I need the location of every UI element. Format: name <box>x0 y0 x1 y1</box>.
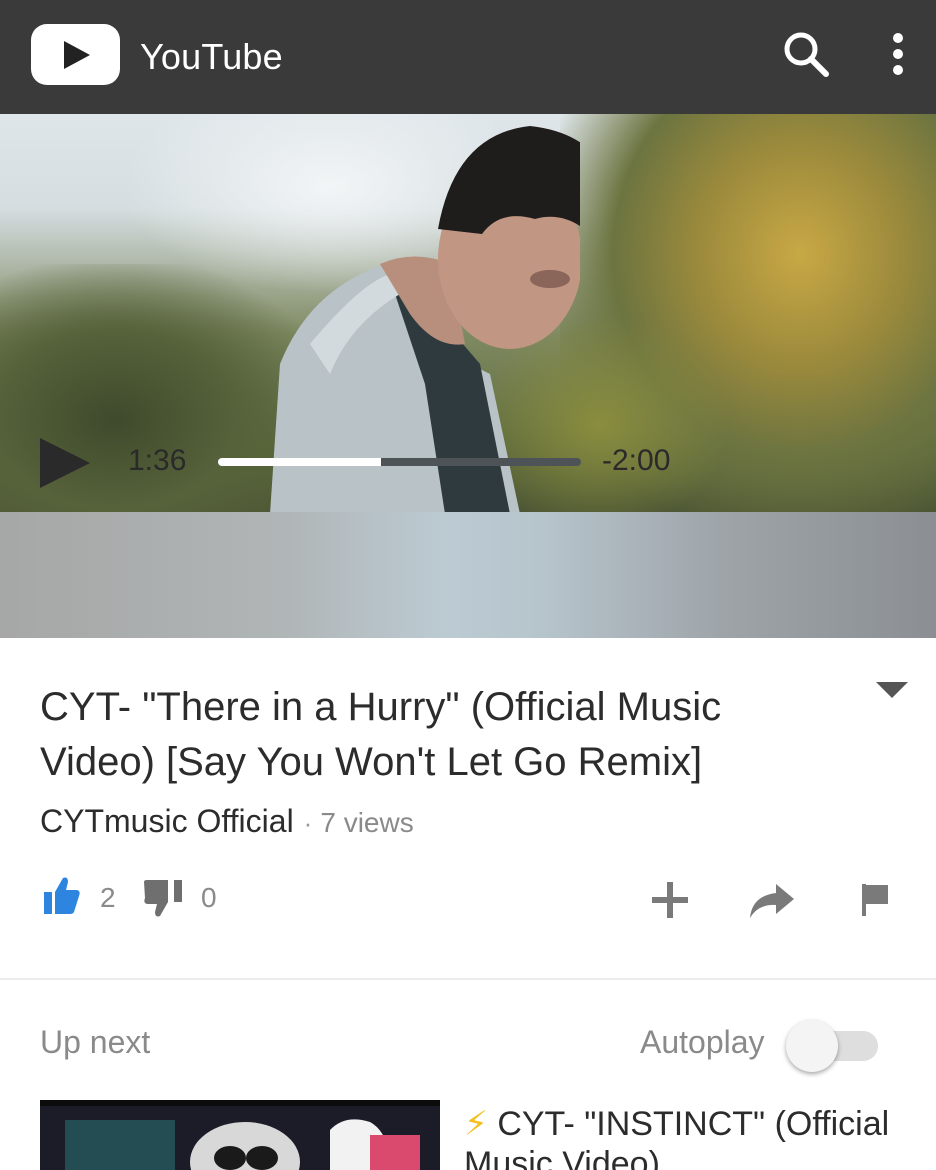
up-next-item[interactable]: ⚡ CYT- "INSTINCT" (Official Music Video) <box>40 1100 920 1170</box>
thumbnail-bar <box>40 1100 440 1106</box>
app-title: YouTube <box>140 36 283 77</box>
up-next-label: Up next <box>40 1024 151 1060</box>
dislike-count: 0 <box>201 882 217 913</box>
elapsed-time: 1:36 <box>128 444 187 477</box>
channel-line: CYTmusic Official · 7 views <box>40 803 414 843</box>
youtube-logo[interactable] <box>31 24 120 85</box>
thumb-up-icon[interactable] <box>44 876 80 916</box>
seek-bar[interactable] <box>218 458 581 466</box>
autoplay-toggle[interactable] <box>786 1020 882 1072</box>
view-count: 7 views <box>320 807 414 838</box>
section-divider <box>0 978 936 980</box>
thumb-down-icon[interactable] <box>144 878 186 918</box>
share-icon[interactable] <box>748 882 796 920</box>
autoplay-label: Autoplay <box>640 1024 765 1060</box>
app-bar: YouTube <box>0 0 936 114</box>
remaining-time: -2:00 <box>602 444 671 477</box>
up-next-title[interactable]: ⚡ CYT- "INSTINCT" (Official Music Video) <box>464 1104 904 1170</box>
lightning-icon: ⚡ <box>464 1105 488 1143</box>
action-bar: 2 0 <box>0 870 936 930</box>
video-player[interactable] <box>0 114 936 638</box>
player-controls <box>0 512 936 638</box>
up-next-thumbnail[interactable] <box>40 1100 440 1170</box>
video-frame-person <box>270 126 580 514</box>
channel-name[interactable]: CYTmusic Official <box>40 803 294 839</box>
thumbnail-image <box>40 1100 440 1170</box>
play-icon[interactable] <box>38 436 92 490</box>
youtube-play-icon <box>64 41 90 69</box>
expand-icon[interactable] <box>876 682 908 700</box>
toggle-knob <box>786 1020 838 1072</box>
more-vert-icon[interactable] <box>880 30 916 80</box>
up-next-title-text: CYT- "INSTINCT" (Official Music Video) <box>464 1105 890 1170</box>
like-count: 2 <box>100 882 116 913</box>
flag-icon[interactable] <box>860 882 892 918</box>
separator-dot: · <box>303 808 313 838</box>
video-title: CYT- "There in a Hurry" (Official Music … <box>40 685 722 784</box>
search-icon[interactable] <box>782 30 832 80</box>
add-to-playlist-icon[interactable] <box>650 880 690 920</box>
seek-bar-played <box>218 458 382 466</box>
